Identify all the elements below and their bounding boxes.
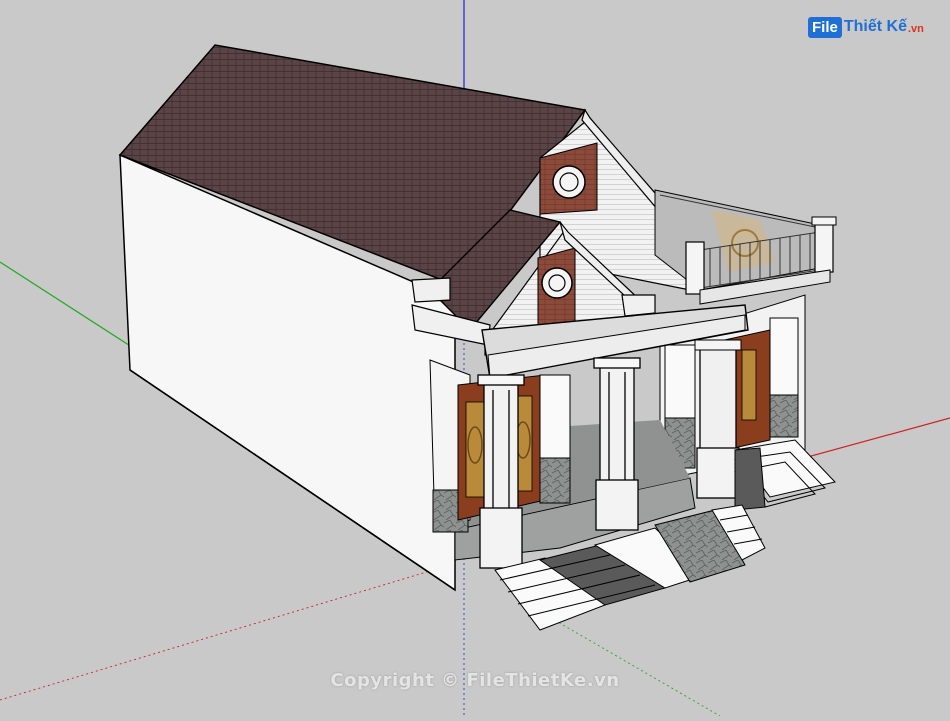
round-window-upper xyxy=(552,165,586,199)
front-column-left xyxy=(477,374,525,569)
round-window-lower xyxy=(541,267,573,299)
right-steps xyxy=(734,439,836,511)
logo-tld-text: .vn xyxy=(907,23,924,35)
sketchup-viewport[interactable]: File Thiết Kế .vn Copyright © FileThietK… xyxy=(0,0,950,717)
balcony-post-left xyxy=(685,241,705,295)
right-column xyxy=(699,344,737,456)
eave-right xyxy=(621,294,656,317)
balcony-post-right xyxy=(814,221,834,273)
house-model-svg xyxy=(0,0,950,717)
logo-brand-text: Thiết Kế xyxy=(843,18,907,35)
filethietke-logo: File Thiết Kế .vn xyxy=(808,12,924,42)
eave-left xyxy=(411,277,451,303)
logo-file-box: File xyxy=(808,16,842,38)
middle-pillar xyxy=(539,374,571,471)
front-column-right xyxy=(593,357,641,531)
copyright-watermark: Copyright © FileThietKe.vn xyxy=(330,670,620,691)
